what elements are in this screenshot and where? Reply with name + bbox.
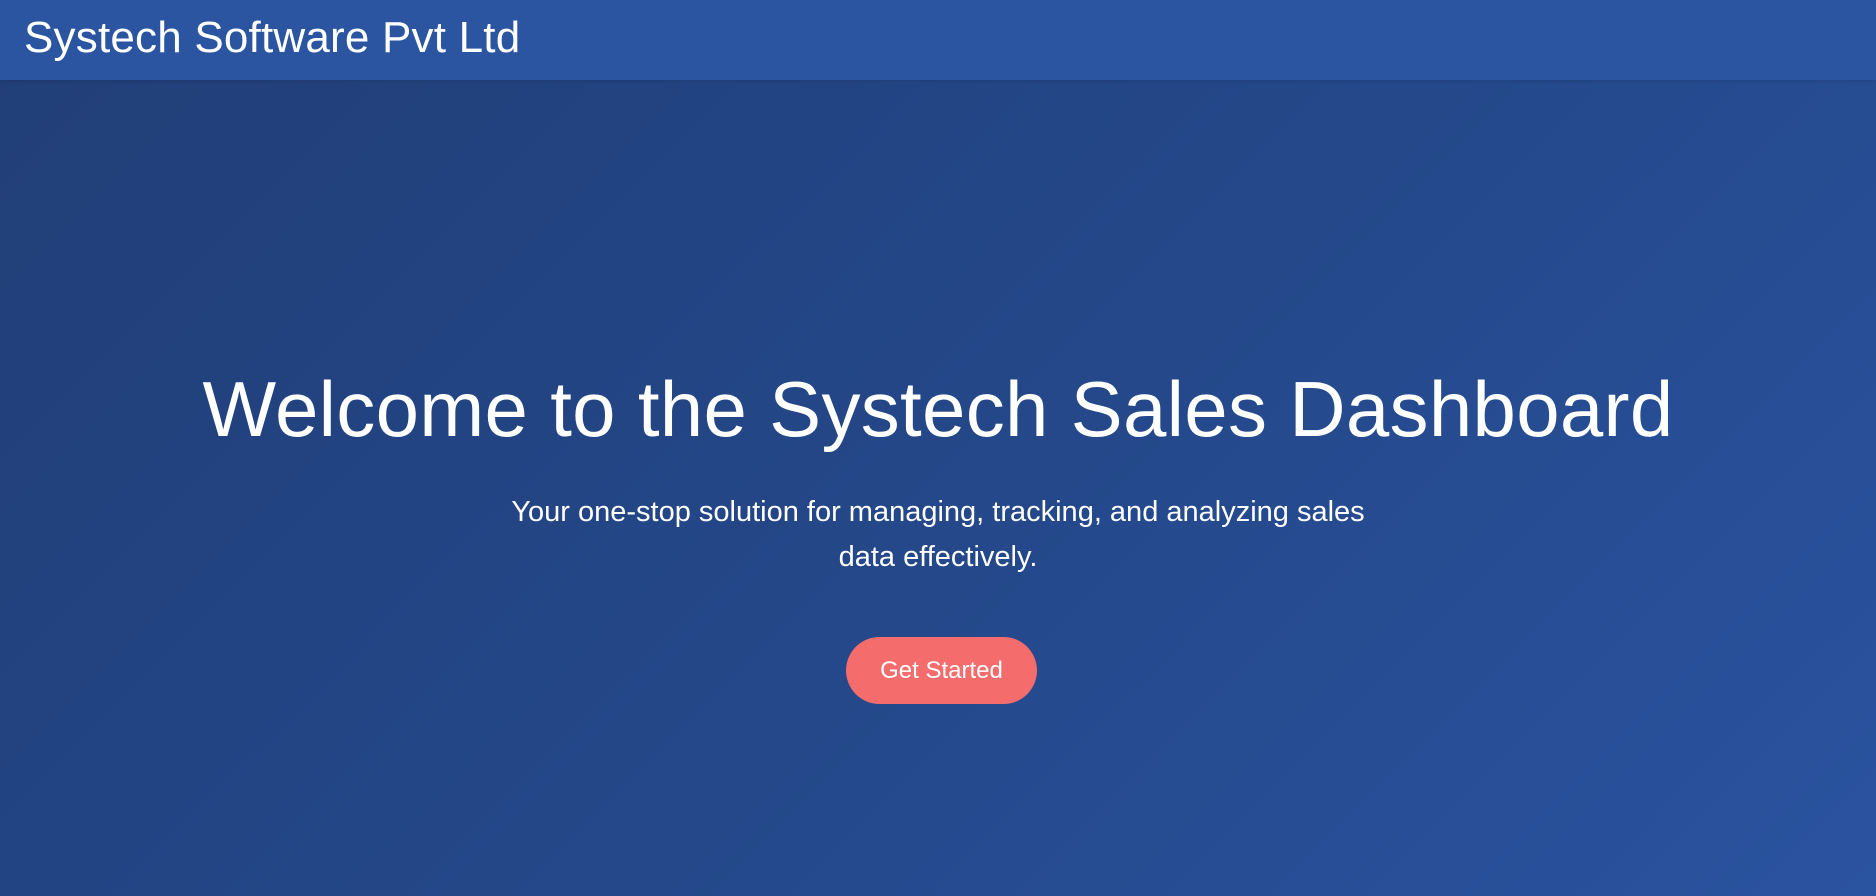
top-header: Systech Software Pvt Ltd [0,0,1876,80]
hero-section: Welcome to the Systech Sales Dashboard Y… [0,80,1876,896]
company-brand-name: Systech Software Pvt Ltd [24,13,521,62]
hero-subtitle: Your one-stop solution for managing, tra… [511,496,1365,573]
hero-title: Welcome to the Systech Sales Dashboard [202,365,1674,453]
get-started-button[interactable]: Get Started [846,637,1037,704]
